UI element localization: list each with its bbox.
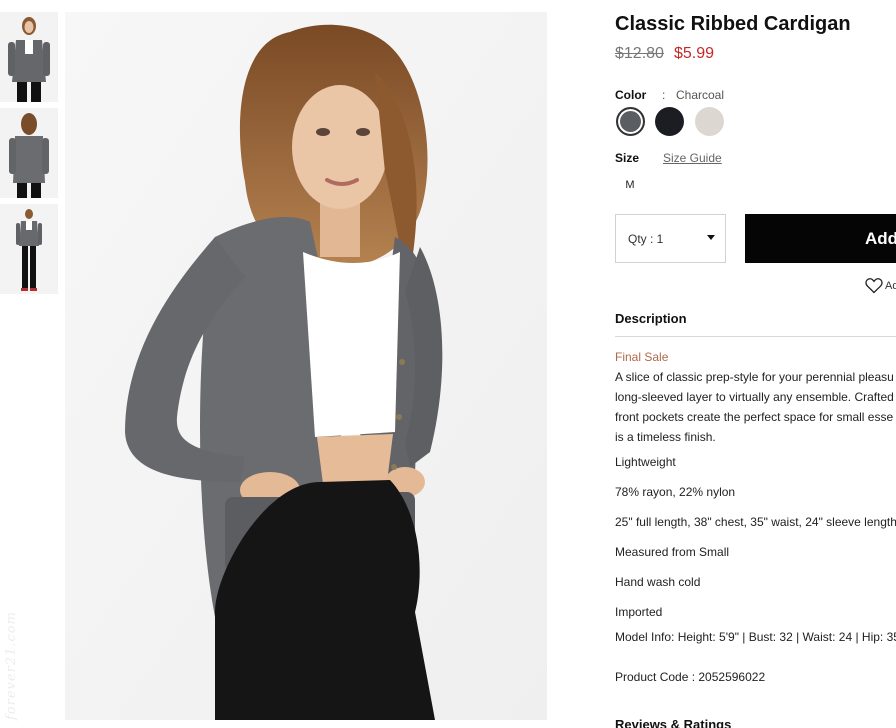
selected-color-name: Charcoal [676, 88, 725, 102]
size-label: Size [615, 151, 640, 165]
main-product-image[interactable] [65, 12, 547, 720]
watermark: forever21.com [4, 611, 19, 720]
original-price: $12.80 [615, 45, 664, 62]
add-to-bag-button[interactable]: Add [745, 214, 896, 263]
color-separator: : [662, 88, 666, 102]
color-label: Color [615, 88, 647, 102]
feature-item: 25" full length, 38" chest, 35" waist, 2… [615, 515, 896, 529]
feature-item: Lightweight [615, 455, 676, 469]
description-text-line: front pockets create the perfect space f… [615, 410, 894, 424]
final-sale-label: Final Sale [615, 350, 669, 364]
model-info: Model Info: Height: 5'9" | Bust: 32 | Wa… [615, 630, 896, 644]
wishlist-label: Ad [885, 280, 896, 292]
description-heading[interactable]: Description [615, 311, 687, 326]
quantity-value: Qty : 1 [628, 232, 664, 246]
swatch-heather-grey[interactable] [695, 107, 724, 136]
reviews-heading[interactable]: Reviews & Ratings [615, 717, 731, 728]
description-text-line: A slice of classic prep-style for your p… [615, 370, 894, 384]
thumbnail-full-length[interactable] [0, 204, 58, 294]
product-info-panel: Classic Ribbed Cardigan $12.80 $5.99 Col… [615, 0, 896, 728]
thumbnail-full-length-image [0, 204, 58, 294]
add-to-wishlist-button[interactable]: Ad [865, 277, 896, 295]
product-code: Product Code : 2052596022 [615, 670, 766, 684]
quantity-select[interactable]: Qty : 1 [615, 214, 726, 263]
heart-icon [865, 278, 883, 294]
thumbnail-back-image [0, 108, 58, 198]
description-text-line: long-sleeved layer to virtually any ense… [615, 390, 894, 404]
feature-item: Hand wash cold [615, 575, 701, 589]
thumbnail-front-image [0, 12, 58, 102]
feature-item: 78% rayon, 22% nylon [615, 485, 736, 499]
thumbnail-back[interactable] [0, 108, 58, 198]
description-divider [615, 336, 896, 337]
product-title: Classic Ribbed Cardigan [615, 13, 851, 35]
sale-price: $5.99 [674, 45, 715, 62]
size-option-m[interactable]: M [620, 176, 640, 194]
feature-item: Imported [615, 605, 663, 619]
chevron-down-icon [707, 235, 715, 240]
swatch-charcoal[interactable] [616, 107, 645, 136]
thumbnail-front[interactable] [0, 12, 58, 102]
swatch-black[interactable] [655, 107, 684, 136]
size-guide-link[interactable]: Size Guide [663, 151, 722, 165]
model-photo [65, 12, 547, 720]
feature-item: Measured from Small [615, 545, 730, 559]
description-text-line: is a timeless finish. [615, 430, 716, 444]
